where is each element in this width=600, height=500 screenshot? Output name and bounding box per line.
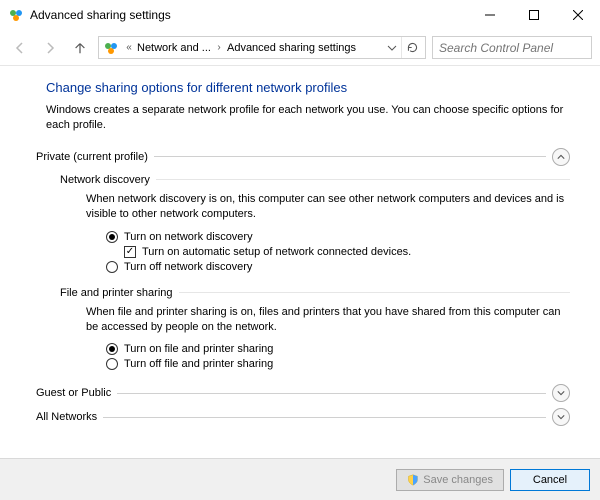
file-printer-desc: When file and printer sharing is on, fil…: [86, 305, 570, 336]
breadcrumb-seg-network[interactable]: Network and ...: [135, 42, 213, 54]
group-file-printer-title: File and printer sharing: [60, 287, 173, 299]
checkbox-auto-setup[interactable]: Turn on automatic setup of network conne…: [124, 246, 570, 258]
search-box[interactable]: [432, 36, 592, 59]
maximize-button[interactable]: [512, 0, 556, 30]
minimize-button[interactable]: [468, 0, 512, 30]
address-dropdown[interactable]: [383, 43, 401, 53]
save-changes-label: Save changes: [423, 474, 493, 486]
network-icon: [103, 40, 119, 56]
up-button[interactable]: [68, 36, 92, 60]
section-guest-label: Guest or Public: [36, 387, 111, 399]
network-discovery-desc: When network discovery is on, this compu…: [86, 192, 570, 223]
section-allnetworks-header[interactable]: All Networks: [36, 408, 570, 426]
group-file-printer: File and printer sharing: [60, 287, 570, 299]
expand-icon[interactable]: [552, 408, 570, 426]
shield-icon: [407, 474, 419, 486]
cancel-label: Cancel: [533, 474, 567, 486]
radio-icon[interactable]: [106, 231, 118, 243]
checkbox-auto-setup-label: Turn on automatic setup of network conne…: [142, 246, 411, 258]
close-button[interactable]: [556, 0, 600, 30]
section-private-header[interactable]: Private (current profile): [36, 148, 570, 166]
refresh-button[interactable]: [401, 37, 423, 58]
window-title: Advanced sharing settings: [30, 8, 468, 22]
footer-bar: Save changes Cancel: [0, 458, 600, 500]
breadcrumb-root-chevron[interactable]: «: [123, 42, 135, 53]
radio-icon[interactable]: [106, 343, 118, 355]
forward-button[interactable]: [38, 36, 62, 60]
section-private-label: Private (current profile): [36, 151, 148, 163]
radio-nd-off-label: Turn off network discovery: [124, 261, 252, 273]
radio-fp-off-label: Turn off file and printer sharing: [124, 358, 273, 370]
radio-nd-on[interactable]: Turn on network discovery: [106, 231, 570, 243]
radio-fp-off[interactable]: Turn off file and printer sharing: [106, 358, 570, 370]
section-guest-header[interactable]: Guest or Public: [36, 384, 570, 402]
save-changes-button[interactable]: Save changes: [396, 469, 504, 491]
group-network-discovery-title: Network discovery: [60, 174, 150, 186]
radio-icon[interactable]: [106, 358, 118, 370]
address-bar[interactable]: « Network and ... › Advanced sharing set…: [98, 36, 426, 59]
radio-nd-on-label: Turn on network discovery: [124, 231, 253, 243]
page-description: Windows creates a separate network profi…: [46, 103, 570, 134]
collapse-icon[interactable]: [552, 148, 570, 166]
checkbox-icon[interactable]: [124, 246, 136, 258]
radio-icon[interactable]: [106, 261, 118, 273]
chevron-right-icon[interactable]: ›: [213, 42, 225, 53]
radio-nd-off[interactable]: Turn off network discovery: [106, 261, 570, 273]
main-content: Change sharing options for different net…: [0, 66, 600, 458]
radio-fp-on[interactable]: Turn on file and printer sharing: [106, 343, 570, 355]
navigation-bar: « Network and ... › Advanced sharing set…: [0, 30, 600, 66]
control-panel-icon: [8, 7, 24, 23]
radio-fp-on-label: Turn on file and printer sharing: [124, 343, 273, 355]
page-heading: Change sharing options for different net…: [46, 80, 570, 95]
group-network-discovery: Network discovery: [60, 174, 570, 186]
search-input[interactable]: [439, 41, 596, 55]
back-button[interactable]: [8, 36, 32, 60]
expand-icon[interactable]: [552, 384, 570, 402]
cancel-button[interactable]: Cancel: [510, 469, 590, 491]
section-allnetworks-label: All Networks: [36, 411, 97, 423]
title-bar: Advanced sharing settings: [0, 0, 600, 30]
breadcrumb-seg-advanced[interactable]: Advanced sharing settings: [225, 42, 358, 54]
